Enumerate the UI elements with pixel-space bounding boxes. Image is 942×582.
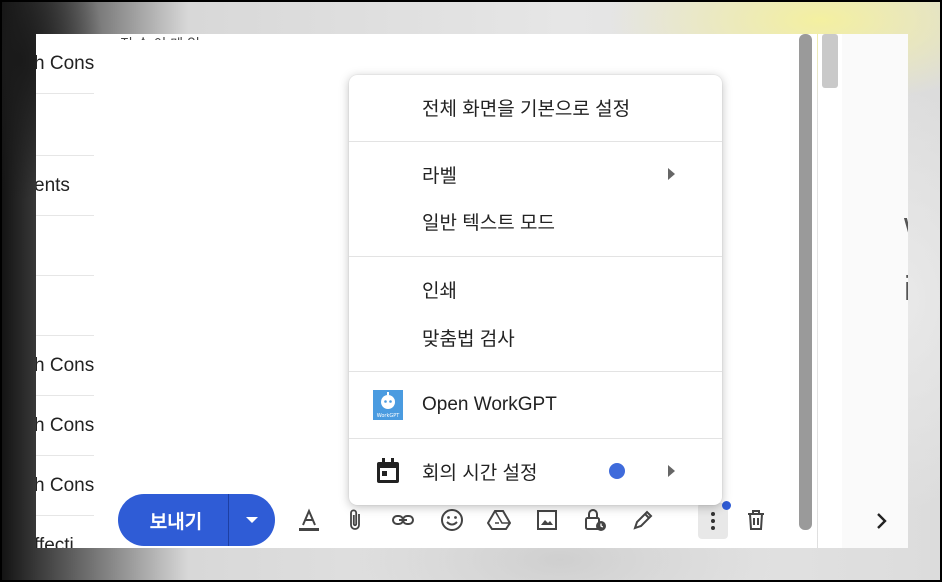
menu-divider (349, 438, 722, 439)
menu-divider (349, 141, 722, 142)
menu-item-label: 전체 화면을 기본으로 설정 (422, 98, 631, 120)
emoji-icon[interactable] (437, 505, 467, 535)
link-icon[interactable] (388, 505, 418, 535)
lock-clock-icon[interactable] (580, 505, 610, 535)
menu-item-spellcheck[interactable]: 맞춤법 검사 (349, 313, 722, 361)
signature-icon[interactable] (628, 505, 658, 535)
list-item-text: h Cons (36, 474, 94, 496)
list-item[interactable]: h Cons (36, 456, 94, 516)
chevron-right-icon (668, 465, 675, 477)
compose-body-text[interactable]: 전 송 이 메 일 (120, 34, 240, 40)
menu-item-plain-text-mode[interactable]: 일반 텍스트 모드 (349, 197, 722, 245)
drive-icon[interactable] (484, 505, 514, 535)
menu-item-print[interactable]: 인쇄 (349, 265, 722, 313)
menu-item-label-submenu[interactable]: 라벨 (349, 150, 722, 198)
right-text-line: w. (904, 206, 908, 245)
right-big-letter: V (906, 54, 908, 157)
page-scrollbar-thumb[interactable] (822, 34, 838, 88)
right-text-line: ia (904, 270, 908, 308)
new-feature-dot (609, 463, 625, 479)
menu-item-label: 회의 시간 설정 (422, 462, 538, 484)
notification-dot (722, 501, 731, 510)
send-button-label: 보내기 (149, 511, 203, 533)
menu-item-fullscreen-default[interactable]: 전체 화면을 기본으로 설정 (349, 83, 722, 131)
photo-icon[interactable] (532, 505, 562, 535)
menu-item-label: 맞춤법 검사 (422, 328, 515, 350)
list-item-text: h Cons (36, 354, 94, 376)
list-item[interactable]: ents (36, 156, 94, 216)
svg-text:WorkGPT: WorkGPT (377, 413, 401, 419)
more-options-menu: 전체 화면을 기본으로 설정 라벨 일반 텍스트 모드 인쇄 맞춤법 검사 Wo… (349, 75, 722, 505)
menu-divider (349, 371, 722, 372)
list-item[interactable] (36, 216, 94, 276)
list-item[interactable]: h Cons (36, 336, 94, 396)
send-button[interactable]: 보내기 (118, 494, 228, 546)
chevron-down-icon (246, 517, 258, 523)
menu-item-label: Open WorkGPT (422, 394, 557, 415)
attach-icon[interactable] (340, 505, 370, 535)
menu-item-label: 인쇄 (422, 280, 457, 302)
list-item[interactable]: h Cons (36, 396, 94, 456)
list-item-text: ents (36, 174, 70, 196)
list-item[interactable]: h Cons (36, 34, 94, 94)
page-scrollbar-track[interactable] (818, 34, 842, 548)
list-item-text: h Cons (36, 414, 94, 436)
chevron-right-icon[interactable] (870, 510, 894, 538)
right-background-panel: V w. ia (842, 34, 908, 548)
list-item-text: h Cons (36, 52, 94, 74)
menu-item-label: 라벨 (422, 165, 457, 187)
workgpt-icon: WorkGPT (373, 390, 403, 420)
calendar-icon (377, 458, 399, 483)
chevron-right-icon (668, 168, 675, 180)
menu-item-label: 일반 텍스트 모드 (422, 212, 555, 234)
menu-item-open-workgpt[interactable]: WorkGPT Open WorkGPT (349, 381, 722, 429)
list-item[interactable]: ffecti (36, 516, 94, 549)
list-item[interactable] (36, 276, 94, 336)
list-item-text: ffecti (36, 534, 74, 549)
menu-item-meeting-time[interactable]: 회의 시간 설정 (349, 447, 722, 495)
email-list-pane: h Cons ents h Cons h Cons h Cons ffecti (36, 34, 94, 548)
compose-scrollbar-thumb[interactable] (799, 34, 812, 530)
list-item[interactable] (36, 96, 94, 156)
format-text-icon[interactable] (294, 505, 324, 535)
delete-icon[interactable] (741, 505, 771, 535)
menu-divider (349, 256, 722, 257)
